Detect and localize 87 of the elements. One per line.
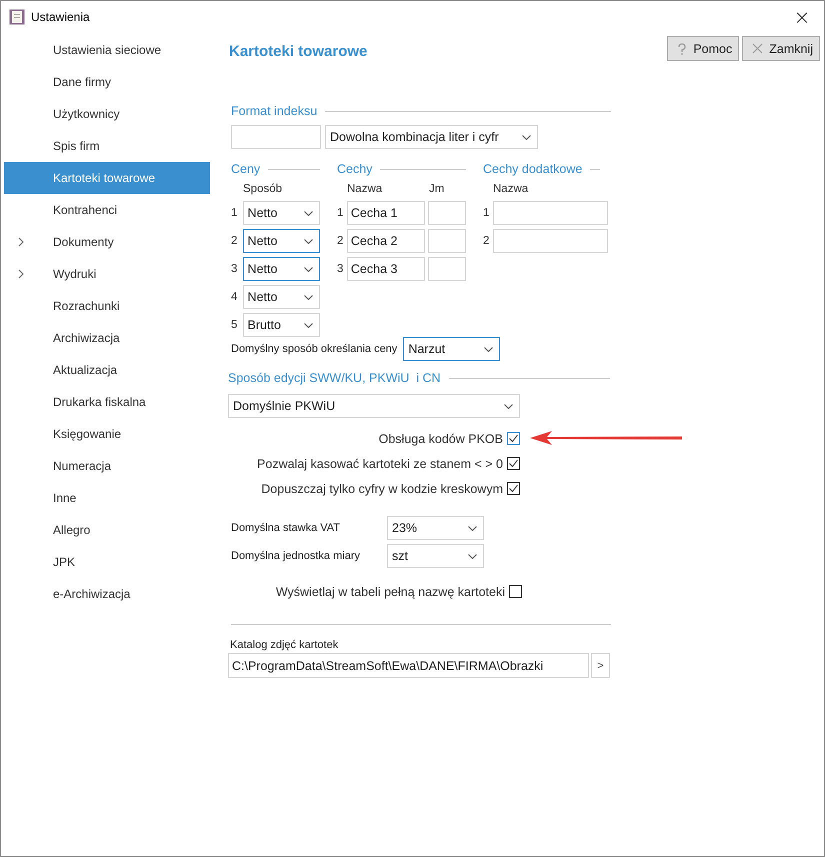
row-number: 1 [231,207,238,219]
sidebar-item[interactable]: e-Archiwizacja [4,578,210,610]
row-number: 4 [231,291,238,303]
checkbox[interactable] [509,585,522,598]
index-format-field[interactable] [231,125,321,149]
section-heading: Ceny [231,162,260,176]
page-title: Kartoteki towarowe [229,43,368,60]
caret-icon [468,554,477,558]
column-header: Sposób [243,183,282,197]
field-label: Katalog zdjęć kartotek [230,639,340,651]
price-method-dropdown[interactable]: Netto [242,229,320,253]
close-button[interactable]: × [780,2,824,32]
checkbox[interactable] [507,432,520,445]
checkbox-label: Pozwalaj kasować kartoteki ze stanem < > 0 [257,456,503,470]
unit-field[interactable] [428,201,466,225]
help-icon [677,42,688,54]
folder-path-field[interactable]: C:\ProgramData\StreamSoft\Ewa\DANE\FIRMA\Obrazki [228,653,589,678]
sidebar-item[interactable]: Księgowanie [4,418,210,450]
field-label: Domyślna jednostka miary [231,550,361,562]
extra-feature-field[interactable] [493,201,608,225]
row-number: 1 [337,207,344,219]
window-title: Ustawienia [31,10,90,24]
price-method-dropdown[interactable]: Netto [242,285,320,309]
help-button[interactable]: Pomoc [667,36,740,61]
field-label: Domyślny sposób określania ceny [231,343,398,355]
unit-field[interactable] [428,257,466,281]
price-method-dropdown[interactable]: Brutto [242,313,320,337]
browse-button[interactable]: > [591,653,610,678]
sidebar-item[interactable]: Ustawienia sieciowe [4,34,210,66]
section-heading: Cechy [337,162,372,176]
sidebar-item[interactable]: Aktualizacja [4,354,210,386]
app-icon [9,8,25,24]
row-number: 2 [483,235,490,247]
caret-icon [304,210,313,216]
price-method-dropdown[interactable]: Narzut [403,337,500,361]
index-format-dropdown[interactable]: Dowolna kombinacja liter i cyfr [325,125,538,149]
column-header: Nazwa [493,183,528,197]
checkbox[interactable] [507,482,520,495]
sidebar-item[interactable]: Dane firmy [4,66,210,98]
caret-icon [304,322,313,328]
default-dropdown[interactable]: 23% [387,516,484,540]
feature-name-field[interactable]: Cecha 2 [346,229,426,253]
price-method-dropdown[interactable]: Netto [242,257,320,281]
row-number: 2 [337,235,344,247]
row-number: 5 [231,319,238,331]
caret-icon [504,404,513,408]
sidebar-item[interactable]: Drukarka fiskalna [4,386,210,418]
sidebar-item[interactable]: Numeracja [4,450,210,482]
caret-icon [304,238,313,244]
feature-name-field[interactable]: Cecha 1 [346,201,426,225]
row-number: 3 [231,263,238,275]
caret-icon [304,266,313,272]
sidebar-item[interactable]: Kontrahenci [4,194,210,226]
extra-feature-field[interactable] [493,229,608,253]
row-number: 1 [483,207,490,219]
sidebar-item[interactable]: Inne [4,482,210,514]
caret-icon [304,294,313,300]
checkbox-label: Dopuszczaj tylko cyfry w kodzie kreskowym [261,482,503,496]
edit-mode-dropdown[interactable]: Domyślnie PKWiU [228,394,520,418]
checkbox[interactable] [507,457,520,470]
section-heading: Format indeksu [231,104,318,118]
sidebar-item[interactable]: JPK [4,546,210,578]
sidebar-item[interactable]: Spis firm [4,130,210,162]
checkbox-label: Wyświetlaj w tabeli pełną nazwę kartoteki [276,584,505,598]
section-heading: Cechy dodatkowe [483,162,582,176]
checkbox-label: Obsługa kodów PKOB [378,432,503,446]
row-number: 3 [337,263,344,275]
default-dropdown[interactable]: szt [387,544,484,568]
column-header: Nazwa [347,183,384,197]
sidebar-item[interactable]: Dokumenty [4,226,210,258]
sidebar-item[interactable]: Allegro [4,514,210,546]
caret-icon [484,346,494,352]
section-heading: Sposób edycji SWW/KU, PKWiU i CN [228,371,441,385]
sidebar-item[interactable]: Archiwizacja [4,322,210,354]
unit-field[interactable] [428,229,466,253]
sidebar-item[interactable]: Rozrachunki [4,290,210,322]
feature-name-field[interactable]: Cecha 3 [346,257,426,281]
field-label: Domyślna stawka VAT [231,522,342,534]
caret-icon [468,526,477,530]
column-header: Jm [429,183,444,197]
sidebar-item[interactable]: Wydruki [4,258,210,290]
close-icon [752,43,764,54]
price-method-dropdown[interactable]: Netto [242,201,320,225]
sidebar-item[interactable]: Użytkownicy [4,98,210,130]
row-number: 2 [231,235,238,247]
close-dialog-button[interactable]: Zamknij [742,36,820,61]
caret-icon [522,134,531,140]
